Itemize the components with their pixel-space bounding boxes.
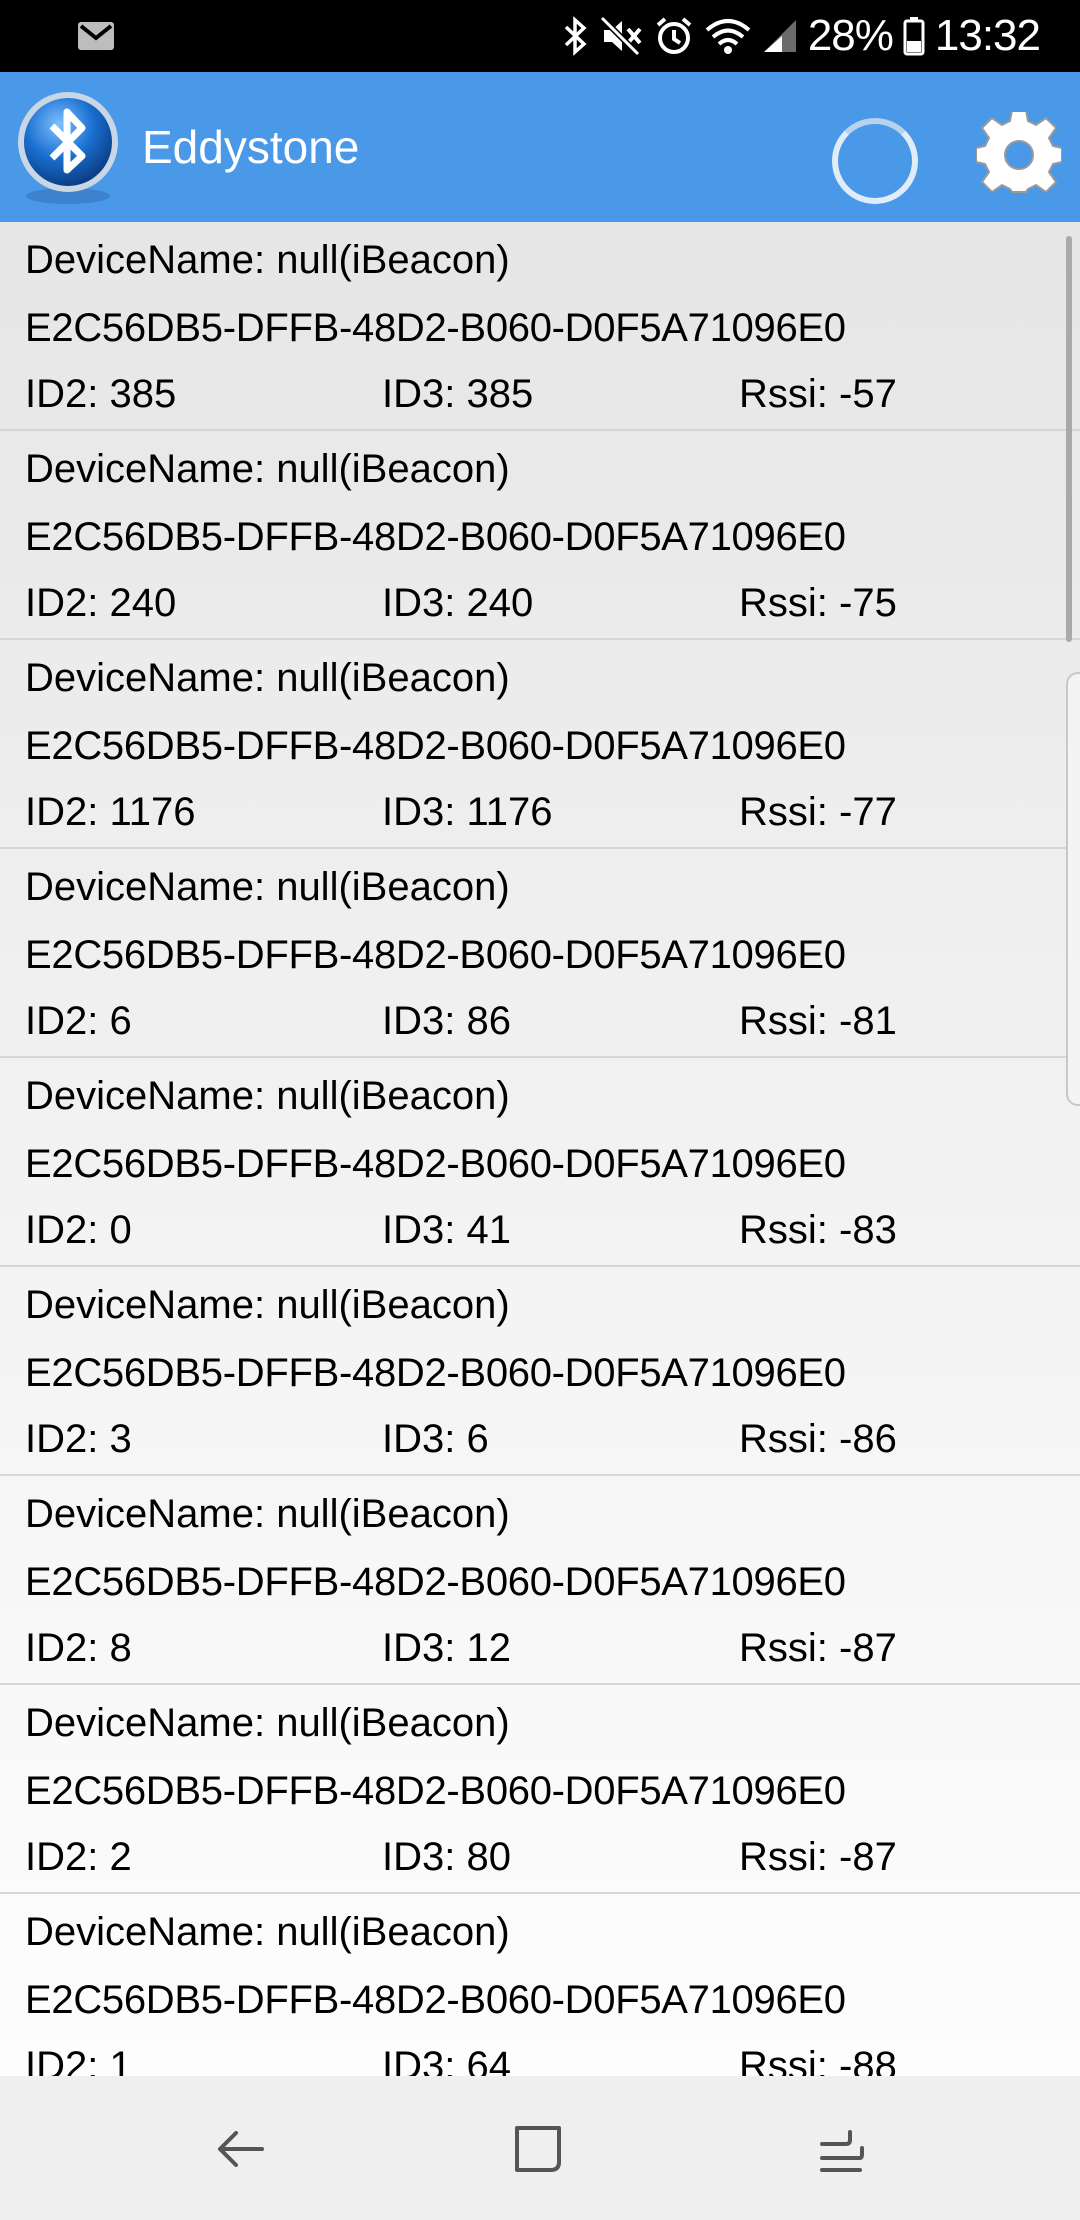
device-name: DeviceName: null(iBeacon) (25, 865, 510, 909)
device-ids: ID2: 385 ID3: 385 Rssi: -57 (25, 372, 1045, 422)
device-list[interactable]: DeviceName: null(iBeacon) E2C56DB5-DFFB-4… (0, 222, 1080, 2076)
device-ids: ID2: 8 ID3: 12 Rssi: -87 (25, 1626, 1045, 1676)
device-uuid: E2C56DB5-DFFB-48D2-B060-D0F5A71096E0 (25, 1978, 846, 2022)
device-rssi: Rssi: -86 (739, 1417, 897, 1461)
device-rssi: Rssi: -87 (739, 1835, 897, 1879)
device-rssi: Rssi: -75 (739, 581, 897, 625)
device-id2: ID2: 2 (25, 1835, 132, 1879)
scrollbar[interactable] (1066, 236, 1072, 642)
device-rssi: Rssi: -83 (739, 1208, 897, 1252)
wifi-icon (705, 19, 751, 54)
device-ids: ID2: 6 ID3: 86 Rssi: -81 (25, 999, 1045, 1049)
back-icon[interactable] (202, 2114, 272, 2184)
device-row[interactable]: DeviceName: null(iBeacon) E2C56DB5-DFFB-4… (0, 640, 1080, 849)
gear-icon[interactable] (976, 112, 1062, 198)
device-rssi: Rssi: -81 (739, 999, 897, 1043)
alarm-icon (656, 17, 692, 54)
device-uuid: E2C56DB5-DFFB-48D2-B060-D0F5A71096E0 (25, 515, 846, 559)
spinner-icon (832, 118, 918, 204)
clock: 13:32 (934, 11, 1041, 60)
device-id3: ID3: 80 (382, 1835, 511, 1879)
device-id3: ID3: 12 (382, 1626, 511, 1670)
device-rssi: Rssi: -88 (739, 2044, 897, 2076)
battery-icon (903, 17, 925, 56)
app-bar: Eddystone (0, 72, 1080, 222)
device-id3: ID3: 86 (382, 999, 511, 1043)
device-ids: ID2: 3 ID3: 6 Rssi: -86 (25, 1417, 1045, 1467)
device-row[interactable]: DeviceName: null(iBeacon) E2C56DB5-DFFB-4… (0, 431, 1080, 640)
device-row[interactable]: DeviceName: null(iBeacon) E2C56DB5-DFFB-4… (0, 1685, 1080, 1894)
device-ids: ID2: 2 ID3: 80 Rssi: -87 (25, 1835, 1045, 1885)
fast-scroll-handle[interactable] (1066, 672, 1080, 1106)
bluetooth-logo-icon (18, 92, 118, 204)
device-uuid: E2C56DB5-DFFB-48D2-B060-D0F5A71096E0 (25, 1769, 846, 1813)
device-id2: ID2: 8 (25, 1626, 132, 1670)
device-name: DeviceName: null(iBeacon) (25, 447, 510, 491)
device-rssi: Rssi: -77 (739, 790, 897, 834)
device-name: DeviceName: null(iBeacon) (25, 1492, 510, 1536)
mail-icon (78, 22, 114, 50)
device-name: DeviceName: null(iBeacon) (25, 1283, 510, 1327)
recents-icon[interactable] (806, 2114, 876, 2184)
navigation-bar (0, 2076, 1080, 2220)
device-row[interactable]: DeviceName: null(iBeacon) E2C56DB5-DFFB-4… (0, 1267, 1080, 1476)
device-id3: ID3: 41 (382, 1208, 511, 1252)
device-id2: ID2: 240 (25, 581, 177, 625)
device-ids: ID2: 0 ID3: 41 Rssi: -83 (25, 1208, 1045, 1258)
device-id2: ID2: 1 (25, 2044, 132, 2076)
device-row[interactable]: DeviceName: null(iBeacon) E2C56DB5-DFFB-4… (0, 849, 1080, 1058)
device-name: DeviceName: null(iBeacon) (25, 238, 510, 282)
status-bar: 28% 13:32 (0, 0, 1080, 72)
device-uuid: E2C56DB5-DFFB-48D2-B060-D0F5A71096E0 (25, 306, 846, 350)
device-uuid: E2C56DB5-DFFB-48D2-B060-D0F5A71096E0 (25, 1560, 846, 1604)
device-rssi: Rssi: -57 (739, 372, 897, 416)
device-ids: ID2: 1 ID3: 64 Rssi: -88 (25, 2044, 1045, 2076)
device-id3: ID3: 64 (382, 2044, 511, 2076)
device-id3: ID3: 1176 (382, 790, 553, 834)
device-uuid: E2C56DB5-DFFB-48D2-B060-D0F5A71096E0 (25, 1351, 846, 1395)
device-name: DeviceName: null(iBeacon) (25, 656, 510, 700)
device-row[interactable]: DeviceName: null(iBeacon) E2C56DB5-DFFB-4… (0, 1476, 1080, 1685)
device-id2: ID2: 3 (25, 1417, 132, 1461)
device-name: DeviceName: null(iBeacon) (25, 1701, 510, 1745)
device-name: DeviceName: null(iBeacon) (25, 1074, 510, 1118)
device-ids: ID2: 240 ID3: 240 Rssi: -75 (25, 581, 1045, 631)
mute-icon (599, 16, 642, 56)
device-id3: ID3: 385 (382, 372, 534, 416)
device-name: DeviceName: null(iBeacon) (25, 1910, 510, 1954)
device-id3: ID3: 240 (382, 581, 534, 625)
device-id2: ID2: 0 (25, 1208, 132, 1252)
device-row[interactable]: DeviceName: null(iBeacon) E2C56DB5-DFFB-4… (0, 222, 1080, 431)
device-row[interactable]: DeviceName: null(iBeacon) E2C56DB5-DFFB-4… (0, 1894, 1080, 2076)
device-uuid: E2C56DB5-DFFB-48D2-B060-D0F5A71096E0 (25, 933, 846, 977)
device-ids: ID2: 1176 ID3: 1176 Rssi: -77 (25, 790, 1045, 840)
battery-percent: 28% (807, 11, 894, 60)
device-id2: ID2: 6 (25, 999, 132, 1043)
device-id3: ID3: 6 (382, 1417, 489, 1461)
app-title: Eddystone (142, 121, 360, 173)
device-id2: ID2: 1176 (25, 790, 196, 834)
device-rssi: Rssi: -87 (739, 1626, 897, 1670)
status-notifications (76, 20, 116, 57)
device-id2: ID2: 385 (25, 372, 177, 416)
home-icon[interactable] (503, 2114, 573, 2184)
signal-icon (763, 20, 796, 52)
device-uuid: E2C56DB5-DFFB-48D2-B060-D0F5A71096E0 (25, 724, 846, 768)
status-indicators: 28% 13:32 (562, 0, 1041, 72)
device-uuid: E2C56DB5-DFFB-48D2-B060-D0F5A71096E0 (25, 1142, 846, 1186)
bluetooth-icon (564, 16, 587, 56)
device-row[interactable]: DeviceName: null(iBeacon) E2C56DB5-DFFB-4… (0, 1058, 1080, 1267)
app-screen: 28% 13:32 Eddystone DeviceName: null(iBe… (0, 0, 1080, 2220)
